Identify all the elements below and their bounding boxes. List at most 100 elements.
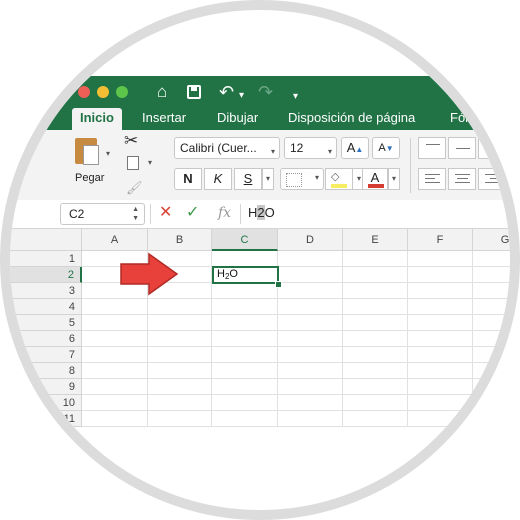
- paste-icon[interactable]: [75, 138, 99, 165]
- cell-c3[interactable]: [212, 283, 278, 299]
- cell-c8[interactable]: [212, 363, 278, 379]
- paste-label[interactable]: Pegar: [75, 172, 104, 184]
- cell-d3[interactable]: [278, 283, 343, 299]
- row-header-9[interactable]: 9: [10, 379, 82, 395]
- align-bottom-button[interactable]: [478, 137, 506, 159]
- row-header-1[interactable]: 1: [10, 251, 82, 267]
- cell-f9[interactable]: [408, 379, 473, 395]
- cell-e4[interactable]: [343, 299, 408, 315]
- cell-b7[interactable]: [148, 347, 212, 363]
- align-top-button[interactable]: [418, 137, 446, 159]
- cell-a10[interactable]: [82, 395, 148, 411]
- cell-e1[interactable]: [343, 251, 408, 267]
- cell-a9[interactable]: [82, 379, 148, 395]
- save-icon[interactable]: [187, 85, 201, 99]
- cell-a6[interactable]: [82, 331, 148, 347]
- cell-f5[interactable]: [408, 315, 473, 331]
- enter-icon[interactable]: ✓: [186, 203, 199, 223]
- cell-f10[interactable]: [408, 395, 473, 411]
- cell-d1[interactable]: [278, 251, 343, 267]
- font-name-select[interactable]: Calibri (Cuer... ▾: [174, 137, 280, 159]
- font-color-dropdown-icon[interactable]: ▾: [388, 168, 400, 190]
- cell-b8[interactable]: [148, 363, 212, 379]
- column-header-f[interactable]: F: [408, 229, 473, 251]
- cell-f11[interactable]: [408, 411, 473, 427]
- cell-d11[interactable]: [278, 411, 343, 427]
- row-header-7[interactable]: 7: [10, 347, 82, 363]
- cell-g1[interactable]: [473, 251, 510, 267]
- cell-f6[interactable]: [408, 331, 473, 347]
- align-left-button[interactable]: [418, 168, 446, 190]
- align-right-button[interactable]: [478, 168, 506, 190]
- cell-f8[interactable]: [408, 363, 473, 379]
- cell-g10[interactable]: [473, 395, 510, 411]
- cell-g11[interactable]: [473, 411, 510, 427]
- cell-c4[interactable]: [212, 299, 278, 315]
- paste-dropdown-icon[interactable]: ▾: [106, 149, 110, 158]
- cell-g6[interactable]: [473, 331, 510, 347]
- tab-dibujar[interactable]: Dibujar: [209, 108, 266, 130]
- minimize-window-button[interactable]: [97, 86, 109, 98]
- cancel-icon[interactable]: ✕: [159, 203, 172, 223]
- close-window-button[interactable]: [78, 86, 90, 98]
- cell-f1[interactable]: [408, 251, 473, 267]
- insert-function-icon[interactable]: fx: [218, 203, 231, 223]
- cell-e2[interactable]: [343, 267, 408, 283]
- cell-d4[interactable]: [278, 299, 343, 315]
- cell-a4[interactable]: [82, 299, 148, 315]
- cell-c6[interactable]: [212, 331, 278, 347]
- cell-f4[interactable]: [408, 299, 473, 315]
- cell-c10[interactable]: [212, 395, 278, 411]
- undo-dropdown-icon[interactable]: ▾: [239, 85, 244, 107]
- align-middle-button[interactable]: [448, 137, 476, 159]
- bold-button[interactable]: N: [174, 168, 202, 190]
- row-header-2[interactable]: 2: [10, 267, 82, 283]
- cell-e5[interactable]: [343, 315, 408, 331]
- zoom-window-button[interactable]: [116, 86, 128, 98]
- select-all-corner[interactable]: [10, 229, 82, 251]
- row-header-4[interactable]: 4: [10, 299, 82, 315]
- column-header-d[interactable]: D: [278, 229, 343, 251]
- copy-icon[interactable]: [127, 156, 139, 170]
- tab-formulas[interactable]: Fór: [442, 108, 478, 130]
- cell-d10[interactable]: [278, 395, 343, 411]
- cell-c7[interactable]: [212, 347, 278, 363]
- font-color-button[interactable]: A: [362, 168, 388, 190]
- shrink-font-button[interactable]: A▼: [372, 137, 400, 159]
- cell-d7[interactable]: [278, 347, 343, 363]
- cell-e8[interactable]: [343, 363, 408, 379]
- cell-f3[interactable]: [408, 283, 473, 299]
- fill-handle[interactable]: [275, 281, 282, 288]
- grow-font-button[interactable]: A▲: [341, 137, 369, 159]
- cell-e10[interactable]: [343, 395, 408, 411]
- cell-b11[interactable]: [148, 411, 212, 427]
- cell-d2[interactable]: [278, 267, 343, 283]
- cell-g2[interactable]: [473, 267, 510, 283]
- row-header-6[interactable]: 6: [10, 331, 82, 347]
- align-center-button[interactable]: [448, 168, 476, 190]
- home-icon[interactable]: ⌂: [157, 81, 167, 103]
- underline-button[interactable]: S: [234, 168, 262, 190]
- cell-a7[interactable]: [82, 347, 148, 363]
- cell-e9[interactable]: [343, 379, 408, 395]
- cell-c1[interactable]: [212, 251, 278, 267]
- cell-a5[interactable]: [82, 315, 148, 331]
- cell-e6[interactable]: [343, 331, 408, 347]
- cell-d5[interactable]: [278, 315, 343, 331]
- active-cell-c2[interactable]: H2O: [212, 266, 279, 284]
- cell-c9[interactable]: [212, 379, 278, 395]
- cell-f2[interactable]: [408, 267, 473, 283]
- cell-b4[interactable]: [148, 299, 212, 315]
- cell-b5[interactable]: [148, 315, 212, 331]
- customize-toolbar-icon[interactable]: ▾: [293, 86, 298, 108]
- row-header-10[interactable]: 10: [10, 395, 82, 411]
- redo-icon[interactable]: ↷: [258, 81, 273, 103]
- cell-a8[interactable]: [82, 363, 148, 379]
- cell-g7[interactable]: [473, 347, 510, 363]
- italic-button[interactable]: K: [204, 168, 232, 190]
- cell-c11[interactable]: [212, 411, 278, 427]
- cell-e7[interactable]: [343, 347, 408, 363]
- column-header-g[interactable]: G: [473, 229, 510, 251]
- formula-input[interactable]: H2O: [248, 203, 275, 223]
- cell-g3[interactable]: [473, 283, 510, 299]
